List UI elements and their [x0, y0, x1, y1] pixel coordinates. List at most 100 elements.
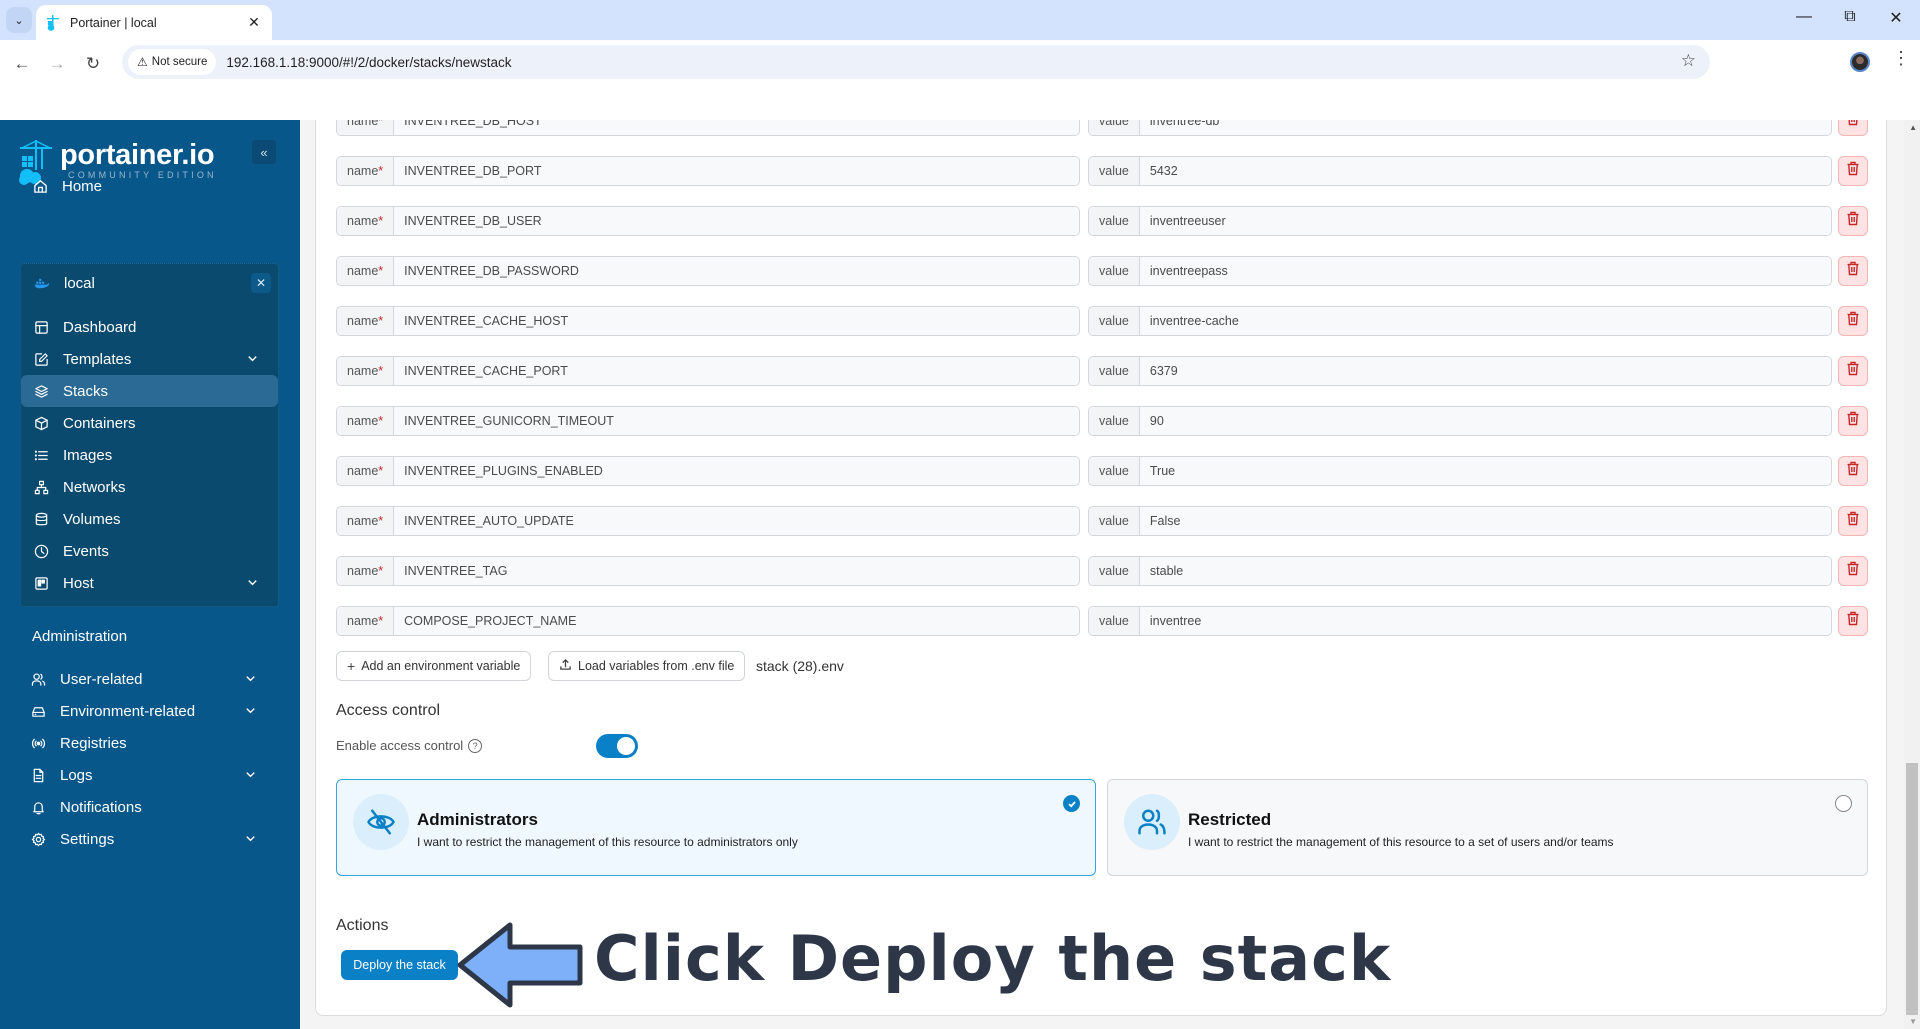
chevron-down-icon[interactable]	[246, 352, 260, 366]
profile-avatar[interactable]	[1850, 52, 1870, 72]
back-icon[interactable]: ←	[8, 50, 36, 78]
delete-env-variable-button[interactable]	[1838, 506, 1868, 536]
sidebar-item-templates[interactable]: Templates	[21, 343, 278, 375]
access-option-restricted[interactable]: Restricted I want to restrict the manage…	[1107, 779, 1868, 876]
environment-header[interactable]: local	[22, 267, 280, 299]
sidebar-item-environment-related[interactable]: Environment-related	[18, 695, 276, 727]
sidebar-item-containers[interactable]: Containers	[21, 407, 278, 439]
tab-search-button[interactable]: ⌄	[6, 7, 32, 33]
deploy-stack-button[interactable]: Deploy the stack	[341, 950, 458, 980]
chevron-down-icon[interactable]	[244, 768, 258, 782]
env-name-label: name *	[337, 407, 395, 435]
sidebar-item-networks[interactable]: Networks	[21, 471, 278, 503]
reload-icon[interactable]: ↻	[79, 50, 107, 78]
env-name-input[interactable]	[394, 607, 1079, 635]
scrollbar-thumb[interactable]	[1906, 763, 1918, 1015]
bell-icon	[30, 799, 46, 815]
sidebar-item-logs[interactable]: Logs	[18, 759, 276, 791]
env-name-input[interactable]	[394, 407, 1079, 435]
env-name-input[interactable]	[394, 457, 1079, 485]
url-text[interactable]: 192.168.1.18:9000/#!/2/docker/stacks/new…	[226, 55, 511, 70]
chevron-down-icon[interactable]	[244, 672, 258, 686]
env-variable-row: name* value	[336, 506, 1868, 536]
minimize-icon[interactable]: —	[1784, 8, 1824, 26]
sidebar-item-user-related[interactable]: User-related	[18, 663, 276, 695]
scroll-up-icon[interactable]: ▲	[1909, 123, 1917, 132]
delete-env-variable-button[interactable]	[1838, 606, 1868, 636]
close-window-icon[interactable]: ✕	[1876, 8, 1916, 28]
delete-env-variable-button[interactable]	[1838, 206, 1868, 236]
sidebar-item-dashboard[interactable]: Dashboard	[21, 311, 278, 343]
delete-env-variable-button[interactable]	[1838, 256, 1868, 286]
env-name-input[interactable]	[394, 507, 1079, 535]
env-name-input[interactable]	[394, 307, 1079, 335]
sidebar-item-images[interactable]: Images	[21, 439, 278, 471]
delete-env-variable-button[interactable]	[1838, 456, 1868, 486]
sidebar-item-registries[interactable]: Registries	[18, 727, 276, 759]
env-value-input[interactable]	[1139, 307, 1831, 335]
env-value-input[interactable]	[1139, 557, 1831, 585]
chevron-down-icon[interactable]	[244, 832, 258, 846]
env-value-input[interactable]	[1139, 207, 1831, 235]
scroll-down-icon[interactable]: ▼	[1909, 1017, 1917, 1026]
browser-tab[interactable]: Portainer | local ✕	[36, 5, 272, 40]
layers-icon	[33, 383, 49, 399]
env-value-input[interactable]	[1139, 607, 1831, 635]
env-name-input[interactable]	[394, 257, 1079, 285]
sidebar-item-events[interactable]: Events	[21, 535, 278, 567]
site-security-chip[interactable]: ⚠ Not secure	[128, 49, 217, 75]
sidebar: portainer.io COMMUNITY EDITION « Home lo…	[0, 120, 300, 1029]
sidebar-item-stacks[interactable]: Stacks	[21, 375, 278, 407]
load-env-file-button[interactable]: Load variables from .env file	[548, 651, 746, 681]
add-env-variable-button[interactable]: + Add an environment variable	[336, 651, 532, 681]
chevron-down-icon[interactable]	[246, 576, 260, 590]
delete-env-variable-button[interactable]	[1838, 406, 1868, 436]
delete-env-variable-button[interactable]	[1838, 156, 1868, 186]
sidebar-item-label: Containers	[63, 414, 136, 432]
address-bar[interactable]: ⚠ Not secure 192.168.1.18:9000/#!/2/dock…	[122, 45, 1710, 79]
sidebar-item-label: Settings	[60, 830, 115, 848]
bookmark-star-icon[interactable]: ☆	[1681, 51, 1696, 71]
unselected-radio[interactable]	[1835, 795, 1852, 812]
delete-env-variable-button[interactable]	[1838, 556, 1868, 586]
logo-text: portainer.io	[60, 139, 215, 171]
close-tab-icon[interactable]: ✕	[246, 14, 262, 31]
env-variable-row: name* value	[336, 356, 1868, 386]
access-option-administrators[interactable]: Administrators I want to restrict the ma…	[336, 779, 1096, 876]
env-name-input[interactable]	[394, 157, 1079, 185]
env-name-group: name *	[336, 206, 1080, 236]
forward-icon[interactable]: →	[43, 50, 71, 78]
restore-icon[interactable]: ⧉	[1830, 8, 1870, 26]
env-value-input[interactable]	[1139, 157, 1831, 185]
sidebar-item-settings[interactable]: Settings	[18, 823, 276, 855]
sidebar-item-volumes[interactable]: Volumes	[21, 503, 278, 535]
delete-env-variable-button[interactable]	[1838, 306, 1868, 336]
sidebar-item-home[interactable]: Home	[20, 170, 278, 202]
users-icon	[30, 671, 46, 687]
delete-env-variable-button[interactable]	[1838, 356, 1868, 386]
env-value-input[interactable]	[1139, 357, 1831, 385]
chevron-down-icon: ⌄	[14, 14, 24, 27]
close-environment-button[interactable]: ✕	[251, 273, 271, 293]
sidebar-item-host[interactable]: Host	[21, 567, 278, 599]
scrollbar[interactable]: ▲ ▼	[1904, 120, 1920, 1029]
env-name-input[interactable]	[394, 357, 1079, 385]
trash-icon	[1846, 511, 1860, 531]
sidebar-item-notifications[interactable]: Notifications	[18, 791, 276, 823]
access-control-toggle[interactable]	[596, 734, 638, 758]
env-value-input[interactable]	[1139, 457, 1831, 485]
collapse-sidebar-button[interactable]: «	[252, 140, 276, 164]
more-menu-icon[interactable]: ⋮	[1892, 49, 1910, 67]
env-name-input[interactable]	[394, 207, 1079, 235]
env-name-group: name *	[336, 556, 1080, 586]
chevron-down-icon[interactable]	[244, 704, 258, 718]
env-value-input[interactable]	[1139, 257, 1831, 285]
help-icon[interactable]: ?	[468, 738, 483, 753]
env-name-group: name *	[336, 406, 1080, 436]
env-value-input[interactable]	[1139, 407, 1831, 435]
env-value-input[interactable]	[1139, 507, 1831, 535]
browser-toolbar: ← → ↻ ⚠ Not secure 192.168.1.18:9000/#!/…	[0, 40, 1920, 120]
env-name-input[interactable]	[394, 557, 1079, 585]
env-variable-row: name* value	[336, 406, 1868, 436]
env-variable-row: name* value	[336, 456, 1868, 486]
